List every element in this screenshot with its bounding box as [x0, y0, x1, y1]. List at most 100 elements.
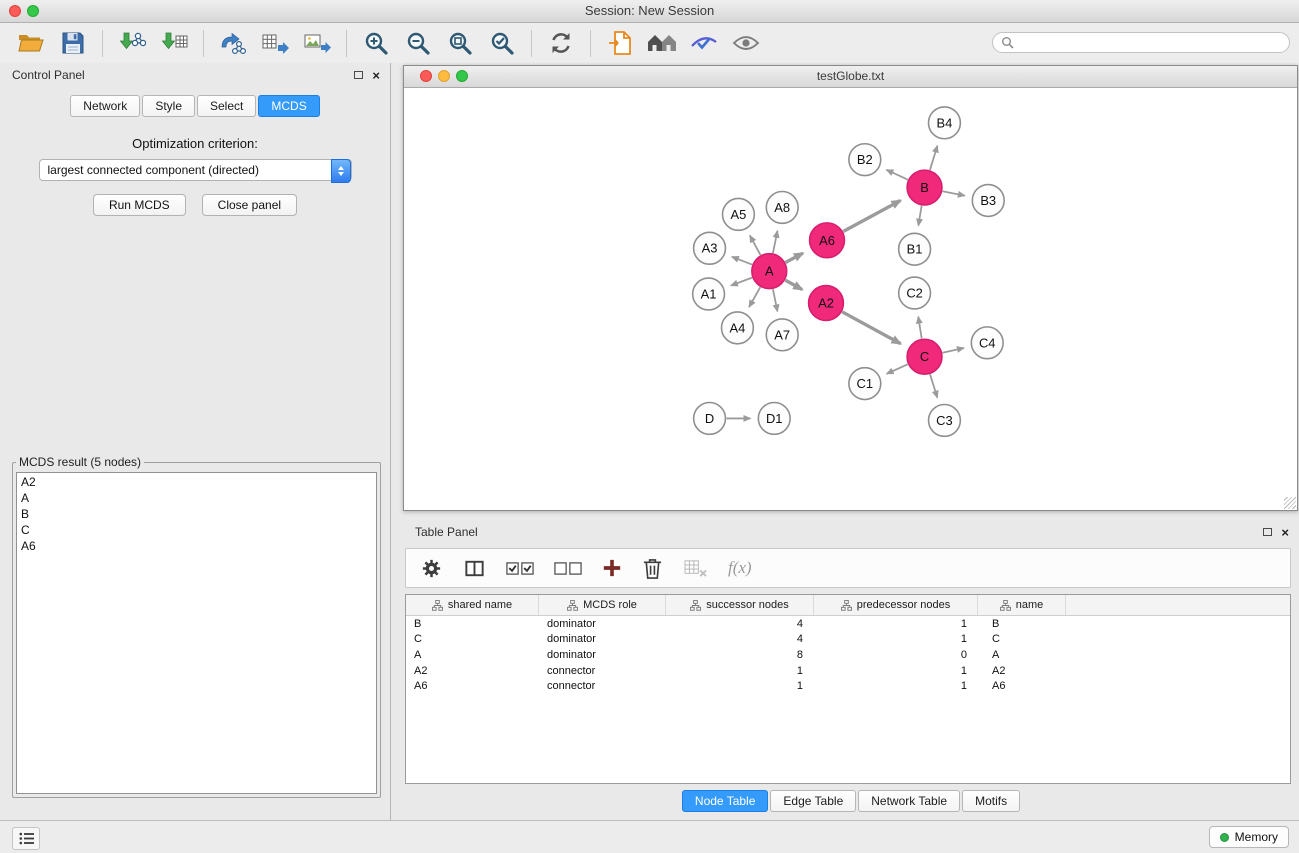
edge-A-A1[interactable]	[731, 278, 752, 286]
column-header-shared-name[interactable]: shared name	[406, 595, 539, 615]
close-panel-button[interactable]: Close panel	[202, 194, 297, 216]
column-header-MCDS-role[interactable]: MCDS role	[539, 595, 666, 615]
close-window-button[interactable]	[9, 5, 21, 17]
table-row[interactable]: Bdominator41B	[406, 616, 1290, 632]
function-builder-button[interactable]: f(x)	[728, 558, 752, 578]
edge-A-A6[interactable]	[786, 253, 803, 262]
save-session-button[interactable]	[57, 27, 89, 59]
mcds-result-item[interactable]: A2	[21, 474, 372, 490]
node-A2[interactable]: A2	[809, 286, 844, 321]
refresh-layout-button[interactable]	[545, 27, 577, 59]
float-panel-icon[interactable]	[354, 71, 363, 79]
toolbar-search[interactable]	[992, 32, 1290, 53]
mcds-result-item[interactable]: A6	[21, 538, 372, 554]
mcds-result-item[interactable]: A	[21, 490, 372, 506]
resize-grip[interactable]	[1284, 497, 1296, 509]
node-A8[interactable]: A8	[766, 192, 798, 224]
edge-A-A7[interactable]	[773, 289, 778, 311]
close-table-panel-icon[interactable]: ×	[1281, 526, 1289, 539]
network-zoom-button[interactable]	[456, 70, 468, 82]
edge-C-C4[interactable]	[943, 348, 964, 353]
table-settings-button[interactable]	[420, 557, 443, 580]
node-C4[interactable]: C4	[971, 327, 1003, 359]
node-C1[interactable]: C1	[849, 368, 881, 400]
zoom-in-button[interactable]	[360, 27, 392, 59]
delete-column-button[interactable]	[642, 557, 663, 580]
validate-button[interactable]	[688, 27, 720, 59]
network-minimize-button[interactable]	[438, 70, 450, 82]
export-image-button[interactable]	[301, 27, 333, 59]
show-hide-button[interactable]	[730, 27, 762, 59]
new-network-button[interactable]	[217, 27, 249, 59]
node-A6[interactable]: A6	[810, 223, 845, 258]
network-close-button[interactable]	[420, 70, 432, 82]
edge-B-B1[interactable]	[918, 206, 921, 226]
select-all-button[interactable]	[506, 560, 534, 577]
import-network-button[interactable]	[116, 27, 148, 59]
node-B3[interactable]: B3	[972, 185, 1004, 217]
float-table-panel-icon[interactable]	[1263, 528, 1272, 536]
open-session-button[interactable]	[15, 27, 47, 59]
column-header-name[interactable]: name	[978, 595, 1066, 615]
edge-A-A5[interactable]	[750, 235, 761, 255]
add-column-button[interactable]	[602, 558, 622, 578]
node-B1[interactable]: B1	[899, 233, 931, 265]
edge-A-A2[interactable]	[785, 280, 802, 289]
node-A4[interactable]: A4	[721, 312, 753, 344]
table-tab-motifs[interactable]: Motifs	[962, 790, 1020, 812]
mcds-result-item[interactable]: C	[21, 522, 372, 538]
edge-B-B2[interactable]	[886, 170, 907, 180]
control-tab-network[interactable]: Network	[70, 95, 140, 117]
edge-C-C1[interactable]	[887, 364, 908, 374]
edge-B-B4[interactable]	[930, 146, 937, 170]
network-window-titlebar[interactable]: testGlobe.txt	[404, 66, 1297, 88]
node-A3[interactable]: A3	[694, 232, 726, 264]
node-B[interactable]: B	[907, 170, 942, 205]
show-columns-button[interactable]	[463, 557, 486, 580]
network-canvas[interactable]: B4B2BB3A5A8A6B1A3AC2A1A2A4A7C4CC1C3DD1	[404, 88, 1297, 510]
status-menu-button[interactable]	[12, 827, 40, 850]
node-A5[interactable]: A5	[722, 198, 754, 230]
edge-A-A3[interactable]	[732, 257, 752, 265]
zoom-fit-button[interactable]	[444, 27, 476, 59]
edge-A-A8[interactable]	[773, 231, 778, 253]
edge-C-C3[interactable]	[930, 374, 937, 397]
export-table-button[interactable]	[259, 27, 291, 59]
control-tab-style[interactable]: Style	[142, 95, 195, 117]
table-tab-network-table[interactable]: Network Table	[858, 790, 960, 812]
memory-button[interactable]: Memory	[1209, 826, 1289, 848]
column-header-successor-nodes[interactable]: successor nodes	[666, 595, 814, 615]
control-tab-mcds[interactable]: MCDS	[258, 95, 319, 117]
table-row[interactable]: Adominator80A	[406, 647, 1290, 663]
node-B2[interactable]: B2	[849, 144, 881, 176]
edge-B-B3[interactable]	[943, 191, 965, 196]
run-mcds-button[interactable]: Run MCDS	[93, 194, 186, 216]
network-graph[interactable]: B4B2BB3A5A8A6B1A3AC2A1A2A4A7C4CC1C3DD1	[404, 88, 1297, 510]
column-header-predecessor-nodes[interactable]: predecessor nodes	[814, 595, 978, 615]
node-C3[interactable]: C3	[929, 405, 961, 437]
node-C[interactable]: C	[907, 339, 942, 374]
zoom-out-button[interactable]	[402, 27, 434, 59]
home-panels-button[interactable]	[646, 27, 678, 59]
edge-A2-C[interactable]	[842, 312, 900, 344]
criterion-select[interactable]: largest connected component (directed)	[39, 159, 352, 181]
edge-A-A4[interactable]	[749, 287, 760, 307]
table-row[interactable]: Cdominator41C	[406, 632, 1290, 648]
table-row[interactable]: A6connector11A6	[406, 678, 1290, 694]
zoom-window-button[interactable]	[27, 5, 39, 17]
node-D[interactable]: D	[694, 403, 726, 435]
edge-A6-B[interactable]	[843, 201, 900, 232]
table-row[interactable]: A2connector11A2	[406, 663, 1290, 679]
close-panel-icon[interactable]: ×	[372, 69, 380, 82]
node-C2[interactable]: C2	[899, 277, 931, 309]
zoom-selected-button[interactable]	[486, 27, 518, 59]
table-tab-edge-table[interactable]: Edge Table	[770, 790, 856, 812]
import-table-button[interactable]	[158, 27, 190, 59]
control-tab-select[interactable]: Select	[197, 95, 256, 117]
mcds-result-list[interactable]: A2ABCA6	[16, 472, 377, 794]
delete-table-button[interactable]	[683, 558, 708, 579]
node-A1[interactable]: A1	[693, 278, 725, 310]
node-A[interactable]: A	[752, 254, 787, 289]
edge-C-C2[interactable]	[918, 317, 921, 339]
node-D1[interactable]: D1	[758, 403, 790, 435]
